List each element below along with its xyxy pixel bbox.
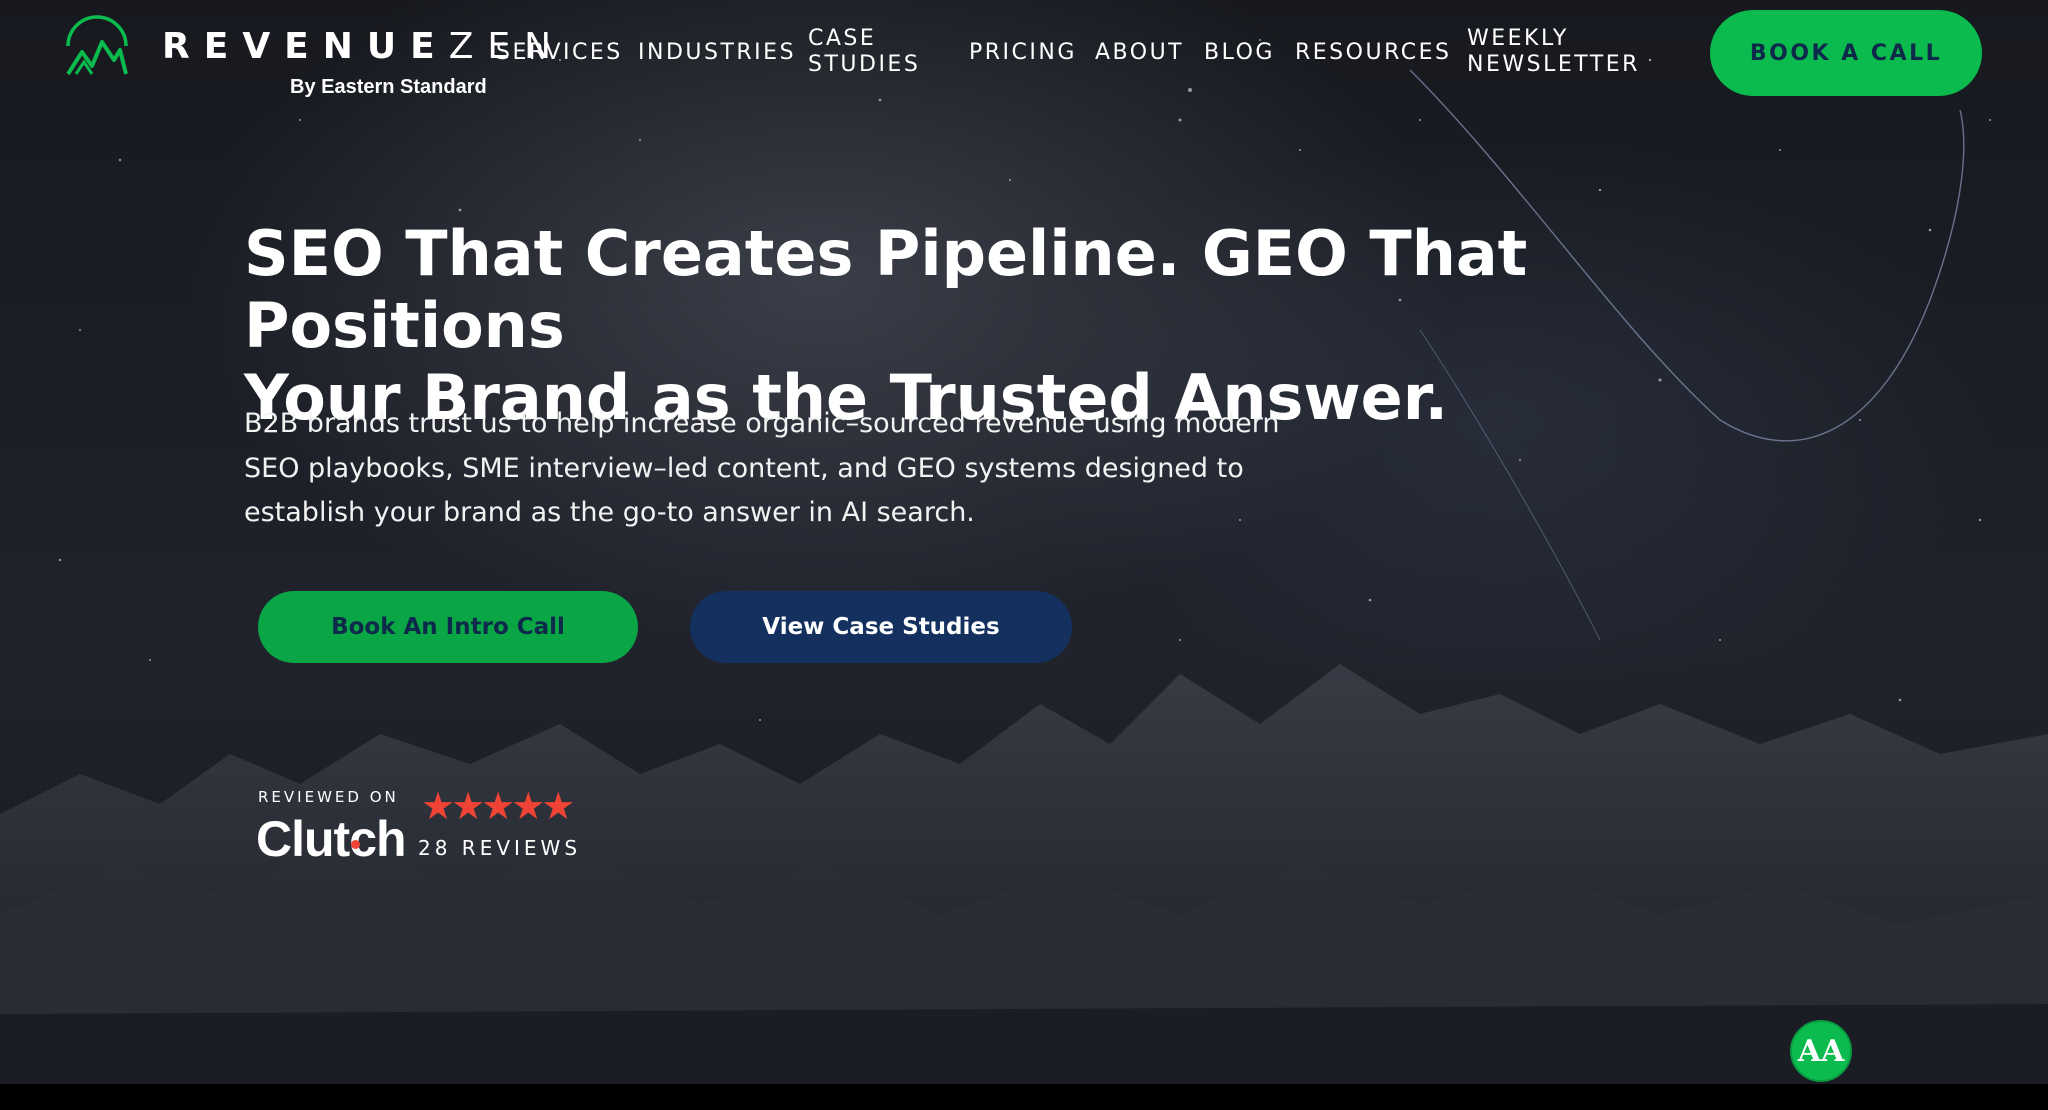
- clutch-logo: Clutch: [256, 811, 407, 867]
- nav-item-blog[interactable]: BLOG: [1204, 40, 1275, 66]
- clutch-logo-dot: [351, 840, 360, 849]
- main-nav: SERVICES INDUSTRIES CASE STUDIES PRICING…: [0, 0, 2048, 110]
- nav-item-case-studies[interactable]: CASE STUDIES: [808, 26, 928, 78]
- hero-subtext: B2B brands trust us to help increase org…: [244, 408, 1280, 528]
- nav-item-services[interactable]: SERVICES: [496, 40, 623, 66]
- accessibility-label: AA: [1797, 1033, 1845, 1069]
- clutch-review-badge[interactable]: REVIEWED ON Clutch ★★★★★ 28 REVIEWS: [256, 784, 586, 867]
- nav-item-about[interactable]: ABOUT: [1095, 40, 1184, 66]
- clutch-reviewed-on: REVIEWED ON: [258, 788, 399, 806]
- accessibility-icon[interactable]: AA: [1790, 1020, 1852, 1082]
- nav-item-industries[interactable]: INDUSTRIES: [638, 40, 796, 66]
- page-bottom-strip: [0, 1084, 2048, 1110]
- view-case-studies-button[interactable]: View Case Studies: [690, 591, 1072, 663]
- nav-item-resources[interactable]: RESOURCES: [1295, 40, 1452, 66]
- star-rating-icon: ★★★★★: [421, 786, 575, 828]
- clutch-review-count: 28 REVIEWS: [418, 836, 582, 860]
- nav-item-pricing[interactable]: PRICING: [969, 40, 1077, 66]
- book-a-call-button[interactable]: BOOK A CALL: [1710, 10, 1982, 96]
- hero-background: [0, 0, 2048, 1084]
- nav-item-weekly-newsletter[interactable]: WEEKLY NEWSLETTER: [1467, 26, 1657, 78]
- page: REVENUEZEN By Eastern Standard SERVICES …: [0, 0, 2048, 1110]
- hero-headline-line1: SEO That Creates Pipeline. GEO That Posi…: [244, 217, 1528, 362]
- book-intro-call-button[interactable]: Book An Intro Call: [258, 591, 638, 663]
